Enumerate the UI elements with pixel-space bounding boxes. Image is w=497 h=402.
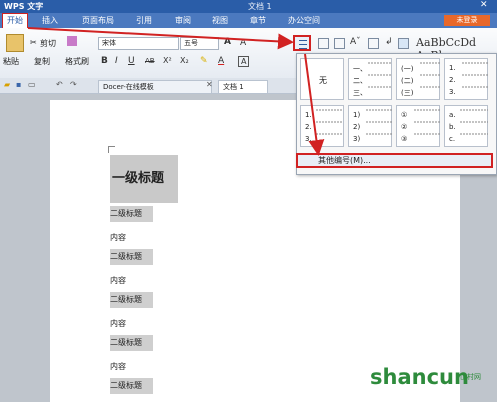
annotation-arrows [27, 27, 325, 156]
watermark-logo: shancun [370, 365, 469, 389]
watermark-sub: 山村网 [460, 373, 481, 381]
